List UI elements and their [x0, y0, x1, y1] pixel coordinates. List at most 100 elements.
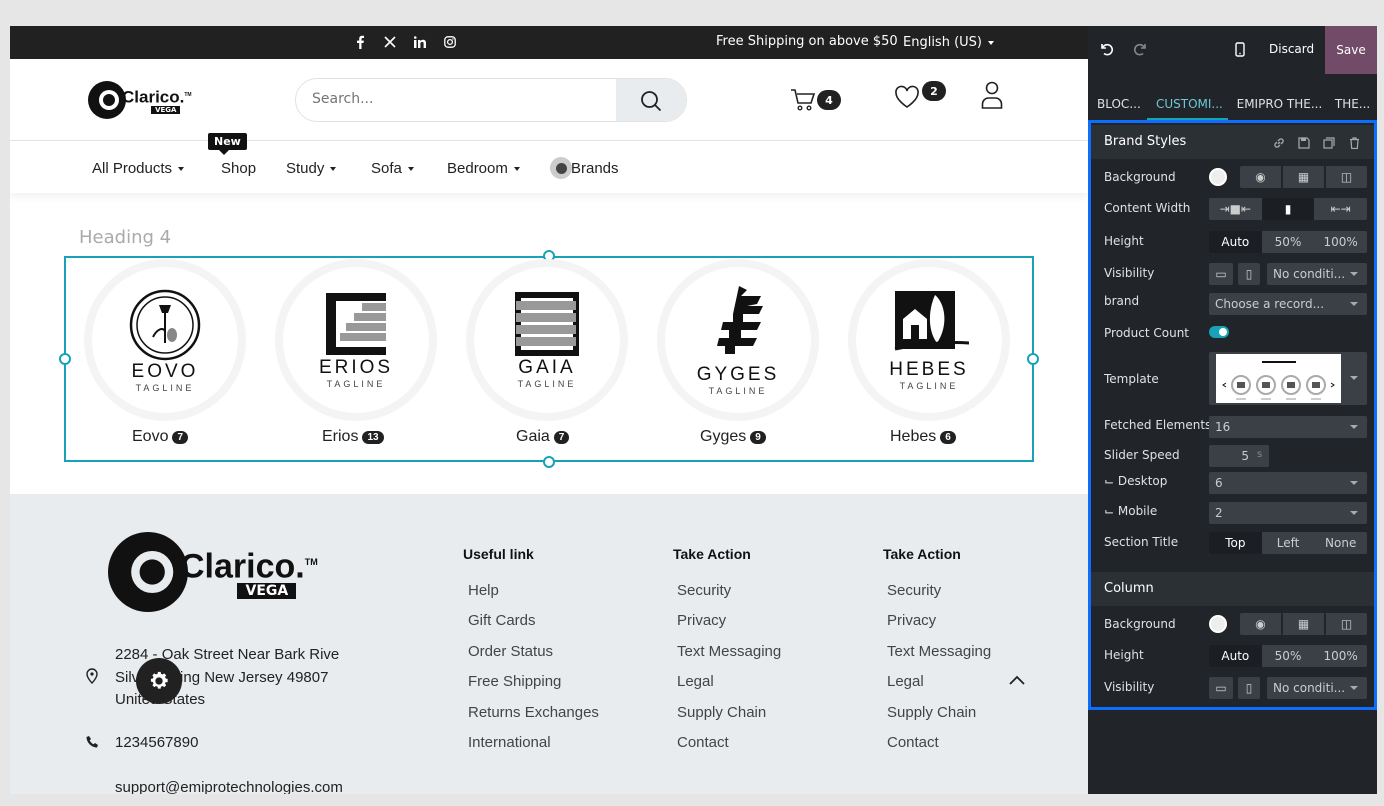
resize-handle-left[interactable]: [59, 353, 71, 365]
footer-link[interactable]: International: [468, 734, 551, 751]
height-50-option[interactable]: 50%: [1262, 645, 1315, 667]
search-input[interactable]: [312, 91, 592, 107]
footer-link[interactable]: Privacy: [677, 612, 726, 629]
instagram-icon[interactable]: [442, 34, 458, 50]
fetched-elements-select[interactable]: 16: [1209, 416, 1367, 438]
height-100-option[interactable]: 100%: [1314, 645, 1367, 667]
save-icon[interactable]: [1298, 137, 1310, 149]
resize-handle-bottom[interactable]: [543, 456, 555, 468]
product-count-toggle[interactable]: [1209, 326, 1229, 338]
visibility-condition-select[interactable]: No conditi...: [1267, 263, 1367, 285]
brand-name[interactable]: Erios 13: [322, 428, 384, 446]
footer-link[interactable]: Contact: [677, 734, 729, 751]
section-title-none-option[interactable]: None: [1314, 532, 1367, 554]
brand-name[interactable]: Eovo 7: [132, 428, 189, 446]
gradient-icon[interactable]: ◫: [1326, 166, 1367, 188]
link-icon[interactable]: [1273, 137, 1285, 149]
hide-desktop-icon[interactable]: ▭: [1209, 677, 1233, 699]
footer-link[interactable]: Privacy: [887, 612, 936, 629]
film-icon[interactable]: ▦: [1283, 613, 1324, 635]
footer-link[interactable]: Gift Cards: [468, 612, 536, 629]
height-100-option[interactable]: 100%: [1314, 231, 1367, 253]
nav-all-products[interactable]: All Products: [92, 160, 185, 177]
nav-shop[interactable]: Shop: [221, 160, 256, 177]
nav-bedroom[interactable]: Bedroom: [447, 160, 520, 177]
film-icon[interactable]: ▦: [1283, 166, 1324, 188]
hide-mobile-icon[interactable]: ▯: [1238, 263, 1260, 285]
tab-customize[interactable]: CUSTOMI...: [1146, 90, 1228, 120]
save-button[interactable]: Save: [1325, 26, 1377, 74]
footer-link[interactable]: Contact: [887, 734, 939, 751]
tab-blocks[interactable]: BLOC...: [1088, 90, 1147, 120]
linkedin-icon[interactable]: [412, 34, 428, 50]
narrow-width-icon[interactable]: ⇥■⇤: [1209, 198, 1262, 220]
footer-link[interactable]: Legal: [887, 673, 924, 690]
gradient-icon[interactable]: ◫: [1326, 613, 1367, 635]
footer-link[interactable]: Supply Chain: [677, 704, 766, 721]
clone-icon[interactable]: [1323, 137, 1335, 149]
nav-sofa[interactable]: Sofa: [371, 160, 414, 177]
nav-study[interactable]: Study: [286, 160, 337, 177]
mobile-preview-icon[interactable]: [1235, 42, 1245, 57]
facebook-icon[interactable]: [352, 34, 368, 50]
regular-width-icon[interactable]: ▮: [1261, 198, 1315, 220]
discard-button[interactable]: Discard: [1269, 42, 1314, 56]
height-auto-option[interactable]: Auto: [1209, 645, 1262, 667]
camera-icon[interactable]: ◉: [1240, 166, 1281, 188]
footer-link[interactable]: Security: [887, 582, 941, 599]
footer-logo[interactable]: Clarico.TM VEGA: [108, 532, 318, 612]
brand-card[interactable]: GYGES TAGLINE: [657, 259, 819, 429]
settings-fab[interactable]: [136, 658, 182, 704]
search-button[interactable]: [616, 79, 686, 121]
brand-name[interactable]: Hebes 6: [890, 428, 956, 446]
resize-handle-right[interactable]: [1027, 353, 1039, 365]
footer-email[interactable]: support@emiprotechnologies.com: [115, 777, 343, 794]
wishlist-button[interactable]: [894, 85, 920, 113]
mobile-items-select[interactable]: 2: [1209, 502, 1367, 524]
brand-card[interactable]: GAIA TAGLINE: [466, 259, 628, 429]
undo-icon[interactable]: [1099, 42, 1113, 56]
brand-name[interactable]: Gaia 7: [516, 428, 570, 446]
redo-icon[interactable]: [1134, 42, 1148, 56]
chevron-down-icon: [987, 40, 994, 45]
height-auto-option[interactable]: Auto: [1209, 231, 1262, 253]
camera-icon[interactable]: ◉: [1240, 613, 1281, 635]
account-button[interactable]: [981, 81, 1003, 113]
footer-link[interactable]: Help: [468, 582, 499, 599]
hide-desktop-icon[interactable]: ▭: [1209, 263, 1233, 285]
footer-link[interactable]: Security: [677, 582, 731, 599]
background-color-swatch[interactable]: [1209, 168, 1227, 186]
brand-name[interactable]: Gyges 9: [700, 428, 766, 446]
x-icon[interactable]: [382, 34, 398, 50]
height-50-option[interactable]: 50%: [1262, 231, 1315, 253]
column-visibility-select[interactable]: No conditi...: [1267, 677, 1367, 699]
cart-button[interactable]: [790, 88, 816, 116]
footer-link[interactable]: Text Messaging: [887, 643, 991, 660]
nav-brands[interactable]: Brands: [571, 160, 619, 177]
footer-link[interactable]: Returns Exchanges: [468, 704, 599, 721]
section-heading[interactable]: Heading 4: [79, 226, 199, 250]
footer-link[interactable]: Free Shipping: [468, 673, 561, 690]
chevron-up-icon[interactable]: [1008, 674, 1026, 686]
hide-mobile-icon[interactable]: ▯: [1238, 677, 1260, 699]
brand-card[interactable]: ERIOS TAGLINE: [275, 259, 437, 429]
tab-emipro-theme[interactable]: EMIPRO THE...: [1228, 90, 1326, 120]
column-background-swatch[interactable]: [1209, 615, 1227, 633]
section-title-top-option[interactable]: Top: [1209, 532, 1262, 554]
language-selector[interactable]: English (US): [903, 35, 994, 50]
section-title-left-option[interactable]: Left: [1262, 532, 1315, 554]
footer-link[interactable]: Text Messaging: [677, 643, 781, 660]
brand-card[interactable]: EOVO TAGLINE: [84, 259, 246, 429]
footer-link[interactable]: Legal: [677, 673, 714, 690]
footer-link[interactable]: Supply Chain: [887, 704, 976, 721]
footer-link[interactable]: Order Status: [468, 643, 553, 660]
site-logo[interactable]: Clarico.TM VEGA: [88, 81, 192, 119]
desktop-items-select[interactable]: 6: [1209, 472, 1367, 494]
brand-record-select[interactable]: Choose a record...: [1209, 293, 1367, 315]
brand-card[interactable]: HEBES TAGLINE: [848, 259, 1010, 429]
trash-icon[interactable]: [1349, 137, 1360, 149]
full-width-icon[interactable]: ⇤⇥: [1314, 198, 1367, 220]
tab-theme[interactable]: THE...: [1326, 90, 1377, 120]
footer-phone[interactable]: 1234567890: [115, 732, 198, 755]
template-select[interactable]: [1209, 352, 1367, 405]
